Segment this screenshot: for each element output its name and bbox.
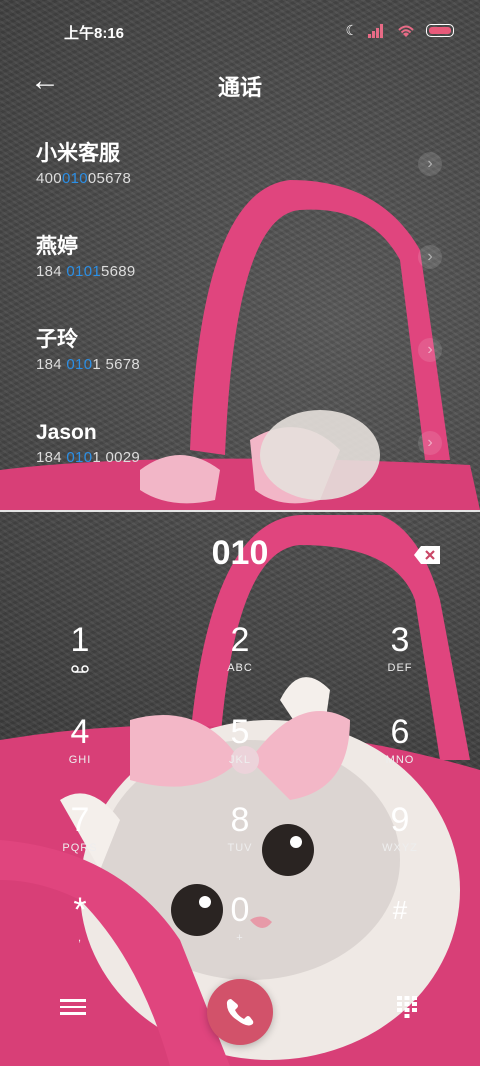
contact-name: 子玲 [36,328,78,351]
contact-item[interactable]: 小米客服 40001005678 › [0,140,480,233]
key-7[interactable]: 7 PQRS [20,800,140,870]
status-time: 上午8:16 [64,25,125,42]
wifi-icon [398,25,414,37]
call-button[interactable] [207,979,273,1045]
status-icons: ☾ [345,22,454,39]
dial-display: 010 [0,528,480,584]
key-9[interactable]: 9 WXYZ [340,800,460,870]
dialed-number: 010 [211,534,269,572]
page-title: 通话 [217,75,262,100]
key-hash[interactable]: # [340,890,460,960]
key-3[interactable]: 3 DEF [340,620,460,690]
key-5[interactable]: 5 JKL [180,712,300,782]
dialpad-icon[interactable] [396,995,418,1021]
key-0[interactable]: 0 + [180,890,300,960]
status-bar: 上午8:16 ☾ [0,0,480,60]
phone-icon [226,999,254,1026]
battery-icon [426,24,454,37]
backspace-icon[interactable] [414,546,440,564]
header: ← 通话 [0,60,480,110]
key-4[interactable]: 4 GHI [20,712,140,782]
contact-number: 184 0101 5678 [36,356,141,373]
contact-number: 40001005678 [36,170,132,187]
contact-name: 燕婷 [36,235,78,258]
contact-number: 184 01015689 [36,263,136,280]
key-1[interactable]: 1 [20,620,140,690]
contact-item[interactable]: 子玲 184 0101 5678 › [0,326,480,419]
chevron-right-icon[interactable]: › [418,152,442,176]
chevron-right-icon[interactable]: › [418,338,442,362]
key-2[interactable]: 2 ABC [180,620,300,690]
chevron-right-icon[interactable]: › [418,431,442,455]
contact-item[interactable]: Jason 184 0101 0029 › [0,419,480,512]
voicemail-icon [71,665,89,673]
menu-icon[interactable] [60,995,86,1021]
contact-name: Jason [36,421,97,444]
contact-name: 小米客服 [36,142,120,165]
contact-results: 小米客服 40001005678 › 燕婷 184 01015689 › 子玲 … [0,140,480,512]
contact-number: 184 0101 0029 [36,449,141,466]
moon-icon: ☾ [345,22,358,38]
chevron-right-icon[interactable]: › [418,245,442,269]
contact-item[interactable]: 燕婷 184 01015689 › [0,233,480,326]
bottom-bar [0,975,480,1045]
signal-icon [368,23,383,38]
key-star[interactable]: * , [20,890,140,960]
key-6[interactable]: 6 MNO [340,712,460,782]
key-8[interactable]: 8 TUV [180,800,300,870]
